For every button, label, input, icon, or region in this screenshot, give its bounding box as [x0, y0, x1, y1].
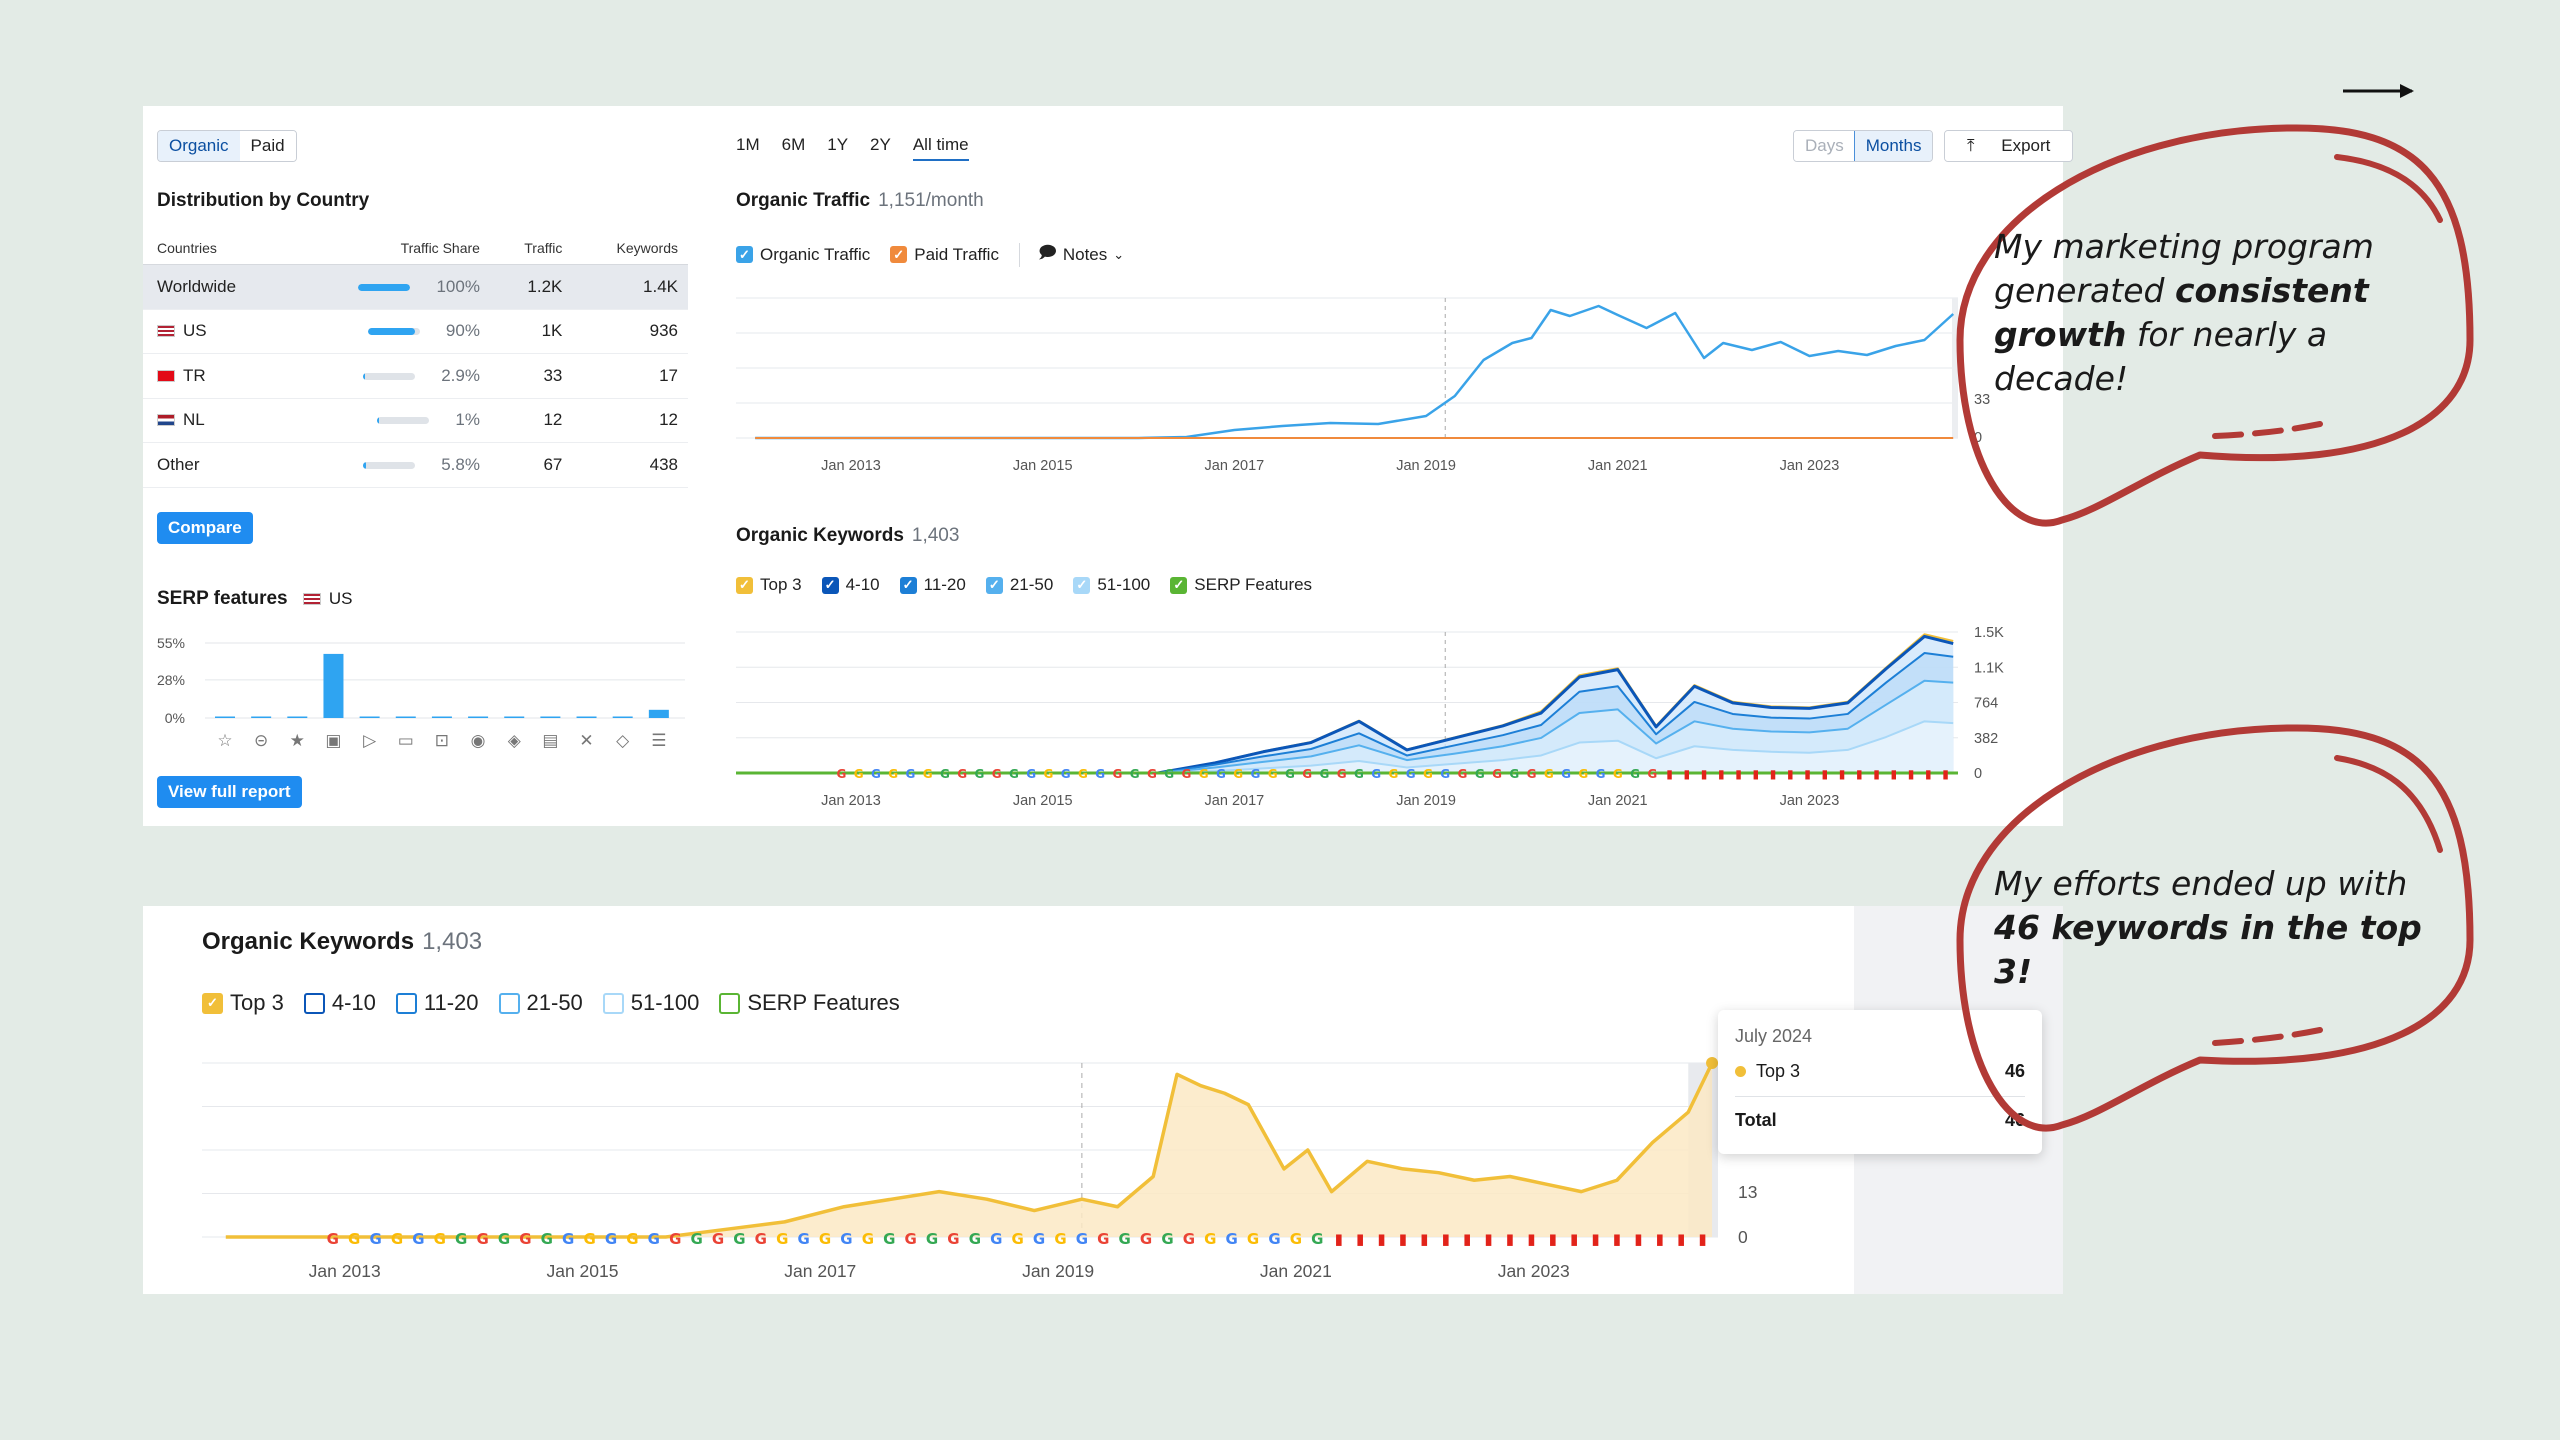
callout-2-bold: 46 keywords in the top 3!: [1994, 908, 2422, 991]
callout-text-1: My marketing program generated consisten…: [1994, 225, 2454, 401]
arrow-right-icon: [2343, 84, 2414, 98]
callout-text-2: My efforts ended up with 46 keywords in …: [1994, 862, 2454, 994]
bubble-accent: [2212, 421, 2323, 439]
callout-2-pre: My efforts ended up with: [1994, 864, 2408, 903]
speech-bubbles: [1956, 84, 2474, 1132]
bubble-accent: [2212, 1027, 2323, 1046]
